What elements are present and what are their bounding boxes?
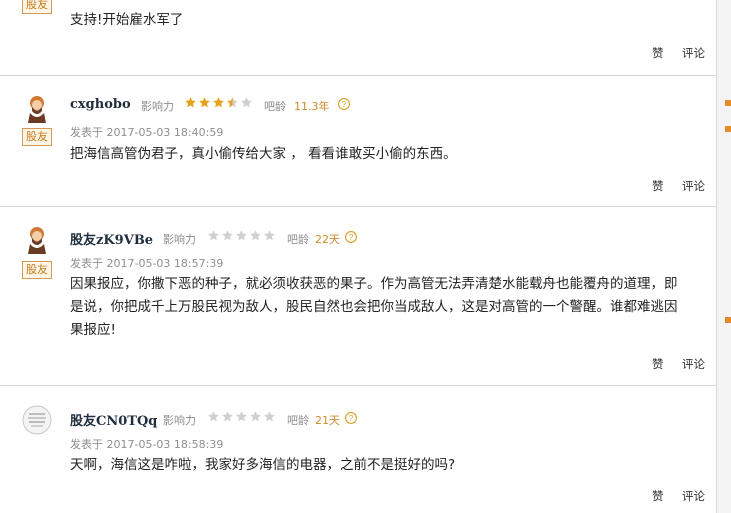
age-value: 11.3年 bbox=[294, 100, 330, 113]
help-icon[interactable]: ? bbox=[345, 412, 357, 424]
star-empty-icon bbox=[264, 411, 275, 422]
reply-button[interactable]: 评论 bbox=[682, 178, 705, 194]
comment-item: 股友 cxghobo 影响力 吧龄 11.3年 ? 发表于 2017-05-03… bbox=[0, 76, 716, 207]
star-empty-icon bbox=[208, 230, 219, 241]
influence-rating bbox=[207, 229, 277, 243]
bearded-avatar-icon bbox=[28, 96, 46, 123]
age-label: 吧龄 bbox=[287, 414, 309, 427]
edge-marker bbox=[725, 317, 731, 323]
comment-text: 把海信高管伪君子，真小偷传给大家 ， 看看谁敢买小偷的东西。 bbox=[70, 146, 457, 162]
star-empty-icon bbox=[250, 411, 261, 422]
post-time: 发表于 2017-05-03 18:40:59 bbox=[70, 126, 224, 139]
star-empty-icon bbox=[264, 230, 275, 241]
user-badge: 股友 bbox=[22, 0, 52, 14]
influence-rating bbox=[184, 96, 254, 110]
help-icon[interactable]: ? bbox=[338, 98, 350, 110]
influence-label: 影响力 bbox=[163, 414, 196, 427]
age-label: 吧龄 bbox=[287, 233, 309, 246]
svg-text:?: ? bbox=[349, 233, 354, 242]
gray-avatar-icon bbox=[22, 405, 52, 435]
comment-item: 股友CN0TQq 影响力 吧龄 21天 ? 发表于 2017-05-03 18:… bbox=[0, 386, 716, 513]
comment-text: 因果报应，你撒下恶的种子，就必须收获恶的果子。作为高管无法弄清楚水能载舟也能覆舟… bbox=[70, 276, 678, 338]
comment-text: 支持!开始雇水军了 bbox=[70, 12, 184, 28]
star-empty-icon bbox=[241, 97, 252, 108]
username[interactable]: 股友CN0TQq bbox=[70, 410, 157, 429]
reply-button[interactable]: 评论 bbox=[682, 488, 705, 504]
post-time: 发表于 2017-05-03 18:58:39 bbox=[70, 438, 224, 451]
edge-marker bbox=[725, 126, 731, 132]
comments-panel: 股友 支持!开始雇水军了 赞 评论 股友 cxghobo 影响力 吧龄 11.3… bbox=[0, 0, 717, 513]
comment-item: 股友 股友zK9VBe 影响力 吧龄 22天 ? 发表于 2017-05-03 … bbox=[0, 207, 716, 386]
star-empty-icon bbox=[208, 411, 219, 422]
influence-label: 影响力 bbox=[141, 100, 174, 113]
reply-button[interactable]: 评论 bbox=[682, 356, 705, 372]
svg-text:?: ? bbox=[349, 414, 354, 423]
reply-button[interactable]: 评论 bbox=[682, 45, 705, 61]
age-value: 22天 bbox=[315, 233, 340, 246]
bearded-avatar-icon bbox=[28, 227, 46, 254]
user-badge: 股友 bbox=[22, 261, 52, 279]
comment-text: 天啊，海信这是咋啦，我家好多海信的电器，之前不是挺好的吗? bbox=[70, 457, 456, 473]
age-value: 21天 bbox=[315, 414, 340, 427]
edge-marker bbox=[725, 100, 731, 106]
star-half-icon bbox=[227, 97, 238, 108]
like-button[interactable]: 赞 bbox=[652, 178, 664, 194]
age-label: 吧龄 bbox=[264, 100, 286, 113]
right-sidebar-edge bbox=[717, 0, 731, 513]
star-empty-icon bbox=[222, 411, 233, 422]
star-empty-icon bbox=[222, 230, 233, 241]
star-filled-icon bbox=[185, 97, 196, 108]
like-button[interactable]: 赞 bbox=[652, 356, 664, 372]
user-badge: 股友 bbox=[22, 128, 52, 146]
like-button[interactable]: 赞 bbox=[652, 45, 664, 61]
like-button[interactable]: 赞 bbox=[652, 488, 664, 504]
influence-label: 影响力 bbox=[163, 233, 196, 246]
username[interactable]: 股友zK9VBe bbox=[70, 229, 153, 248]
star-empty-icon bbox=[236, 411, 247, 422]
username[interactable]: cxghobo bbox=[70, 97, 131, 112]
comment-item: 股友 支持!开始雇水军了 赞 评论 bbox=[0, 0, 716, 76]
star-filled-icon bbox=[199, 97, 210, 108]
star-empty-icon bbox=[236, 230, 247, 241]
influence-rating bbox=[207, 410, 277, 424]
star-filled-icon bbox=[213, 97, 224, 108]
post-time: 发表于 2017-05-03 18:57:39 bbox=[70, 257, 224, 270]
help-icon[interactable]: ? bbox=[345, 231, 357, 243]
svg-text:?: ? bbox=[342, 100, 347, 109]
star-empty-icon bbox=[250, 230, 261, 241]
